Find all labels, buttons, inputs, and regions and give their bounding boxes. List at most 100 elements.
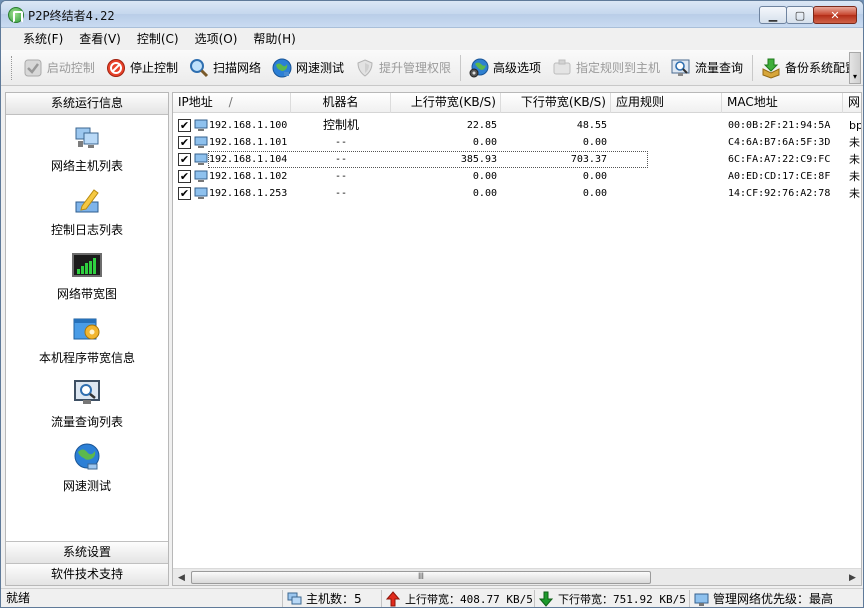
row-checkbox[interactable]: ✔ [178, 136, 191, 149]
menu-options[interactable]: 选项(O) [187, 29, 246, 49]
scan-network-label: 扫描网络 [212, 61, 261, 75]
column-header-machine[interactable]: 机器名 [291, 93, 391, 113]
globe-gear-icon [468, 57, 490, 79]
monitor-search-icon [670, 57, 692, 79]
cell-machine: -- [334, 154, 348, 165]
cell-download: 0.00 [582, 171, 607, 182]
status-ready: 就绪 [6, 591, 31, 605]
cell-mac: 00:0B:2F:21:94:5A [728, 120, 831, 131]
stop-control-button[interactable]: 停止控制 [101, 53, 182, 83]
status-host-count: 主机数：5 [282, 590, 381, 607]
cell-upload: 0.00 [472, 137, 497, 148]
toolbar: 启动控制 停止控制 扫描网络 网速测试 提升管理权限 高级选项 指定规则到主机 … [1, 50, 863, 86]
table-row[interactable]: ✔ 192.168.1.100 控制机 22.85 48.55 00:0B:2F… [173, 117, 861, 134]
status-upload: 上行带宽：408.77 KB/5 [381, 590, 534, 607]
cell-machine: 控制机 [322, 118, 359, 132]
cell-upload: 385.93 [460, 154, 497, 165]
stop-control-label: 停止控制 [129, 61, 178, 75]
table-row[interactable]: ✔ 192.168.1.253 -- 0.00 0.00 14:CF:92:76… [173, 185, 861, 202]
backup-config-button[interactable]: 备份系统配置 [756, 53, 861, 83]
sidebar-item-label: 本机程序带宽信息 [38, 351, 135, 365]
traffic-query-button[interactable]: 流量查询 [666, 53, 747, 83]
cell-extra: 未 [849, 153, 860, 166]
computers-icon [286, 591, 302, 607]
scroll-right-arrow-icon[interactable]: ▶ [844, 569, 861, 586]
cell-upload: 22.85 [466, 120, 497, 131]
cell-download: 48.55 [576, 120, 607, 131]
sidebar-header[interactable]: 系统运行信息 [6, 93, 168, 115]
start-control-button[interactable]: 启动控制 [18, 53, 99, 83]
scan-network-button[interactable]: 扫描网络 [184, 53, 265, 83]
cell-ip: 192.168.1.101 [209, 137, 288, 148]
cell-rule [615, 168, 720, 185]
scroll-left-arrow-icon[interactable]: ◀ [173, 569, 190, 586]
sidebar-item-local-app-bandwidth[interactable]: 本机程序带宽信息 [6, 313, 168, 366]
advanced-options-button[interactable]: 高级选项 [464, 53, 545, 83]
cell-machine: -- [334, 171, 348, 182]
menu-control[interactable]: 控制(C) [129, 29, 187, 49]
backup-config-label: 备份系统配置 [784, 61, 857, 75]
menu-view[interactable]: 查看(V) [71, 29, 129, 49]
sidebar-item-traffic-query-list[interactable]: 流量查询列表 [6, 377, 168, 430]
row-checkbox[interactable]: ✔ [178, 170, 191, 183]
column-header-upload[interactable]: 上行带宽(KB/S) [391, 93, 501, 113]
globe-icon [71, 441, 103, 473]
column-header-mac[interactable]: MAC地址 [722, 93, 843, 113]
menu-system[interactable]: 系统(F) [15, 29, 71, 49]
cell-download: 0.00 [582, 188, 607, 199]
column-header-rule[interactable]: 应用规则 [611, 93, 722, 113]
check-shield-icon [22, 57, 44, 79]
elevate-admin-button[interactable]: 提升管理权限 [350, 53, 455, 83]
sidebar-item-speed-test[interactable]: 网速测试 [6, 441, 168, 494]
minimize-button[interactable]: ▁ [759, 6, 787, 24]
table-row[interactable]: ✔ 192.168.1.104 -- 385.93 703.37 6C:FA:A… [173, 151, 861, 168]
row-checkbox[interactable]: ✔ [178, 153, 191, 166]
column-header-download[interactable]: 下行带宽(KB/S) [501, 93, 611, 113]
sidebar-item-label: 流量查询列表 [50, 415, 123, 429]
sidebar-item-host-list[interactable]: 网络主机列表 [6, 121, 168, 174]
menu-help[interactable]: 帮助(H) [245, 29, 303, 49]
computer-icon [194, 153, 208, 165]
app-window: P2P终结者4.22 ▁ ▢ ✕ 系统(F) 查看(V) 控制(C) 选项(O)… [0, 0, 864, 608]
magnifier-icon [188, 57, 210, 79]
speed-test-button[interactable]: 网速测试 [267, 53, 348, 83]
cell-rule [615, 134, 720, 151]
start-control-label: 启动控制 [46, 61, 95, 75]
table-header: IP地址 / 机器名 上行带宽(KB/S) 下行带宽(KB/S) 应用规则 MA… [173, 93, 861, 113]
row-checkbox[interactable]: ✔ [178, 187, 191, 200]
monitor-search-icon [71, 377, 103, 409]
toolbar-overflow-button[interactable]: ▾ [849, 52, 861, 84]
sidebar-tech-support[interactable]: 软件技术支持 [6, 563, 168, 585]
table-row[interactable]: ✔ 192.168.1.101 -- 0.00 0.00 C4:6A:B7:6A… [173, 134, 861, 151]
bar-graph-icon [71, 249, 103, 281]
rule-host-icon [551, 57, 573, 79]
maximize-button[interactable]: ▢ [786, 6, 814, 24]
horizontal-scrollbar[interactable]: ◀ Ⅲ ▶ [173, 568, 861, 585]
shield-icon [354, 57, 376, 79]
sidebar-system-settings[interactable]: 系统设置 [6, 541, 168, 563]
sidebar-item-control-log[interactable]: 控制日志列表 [6, 185, 168, 238]
window-gear-icon [71, 313, 103, 345]
assign-rule-button[interactable]: 指定规则到主机 [547, 53, 664, 83]
cell-upload: 0.00 [472, 188, 497, 199]
backup-download-icon [760, 57, 782, 79]
cell-mac: 6C:FA:A7:22:C9:FC [728, 154, 831, 165]
column-header-ip[interactable]: IP地址 / [173, 93, 291, 113]
status-download: 下行带宽：751.92 KB/5 [534, 590, 689, 607]
status-priority: 管理网络优先级：最高 [689, 590, 861, 607]
scroll-thumb[interactable]: Ⅲ [191, 571, 651, 584]
sidebar-item-bandwidth-graph[interactable]: 网络带宽图 [6, 249, 168, 302]
table-row[interactable]: ✔ 192.168.1.102 -- 0.00 0.00 A0:ED:CD:17… [173, 168, 861, 185]
close-button[interactable]: ✕ [813, 6, 857, 24]
cell-ip: 192.168.1.102 [209, 171, 288, 182]
advanced-options-label: 高级选项 [492, 61, 541, 75]
computer-icon [194, 170, 208, 182]
cell-extra: 未 [849, 136, 860, 149]
host-table: IP地址 / 机器名 上行带宽(KB/S) 下行带宽(KB/S) 应用规则 MA… [172, 92, 862, 586]
row-checkbox[interactable]: ✔ [178, 119, 191, 132]
computer-icon [194, 136, 208, 148]
toolbar-grip[interactable] [11, 55, 14, 80]
title-bar[interactable]: P2P终结者4.22 ▁ ▢ ✕ [1, 1, 863, 28]
column-header-extra[interactable]: 网 [843, 93, 861, 113]
cell-rule [615, 151, 720, 168]
